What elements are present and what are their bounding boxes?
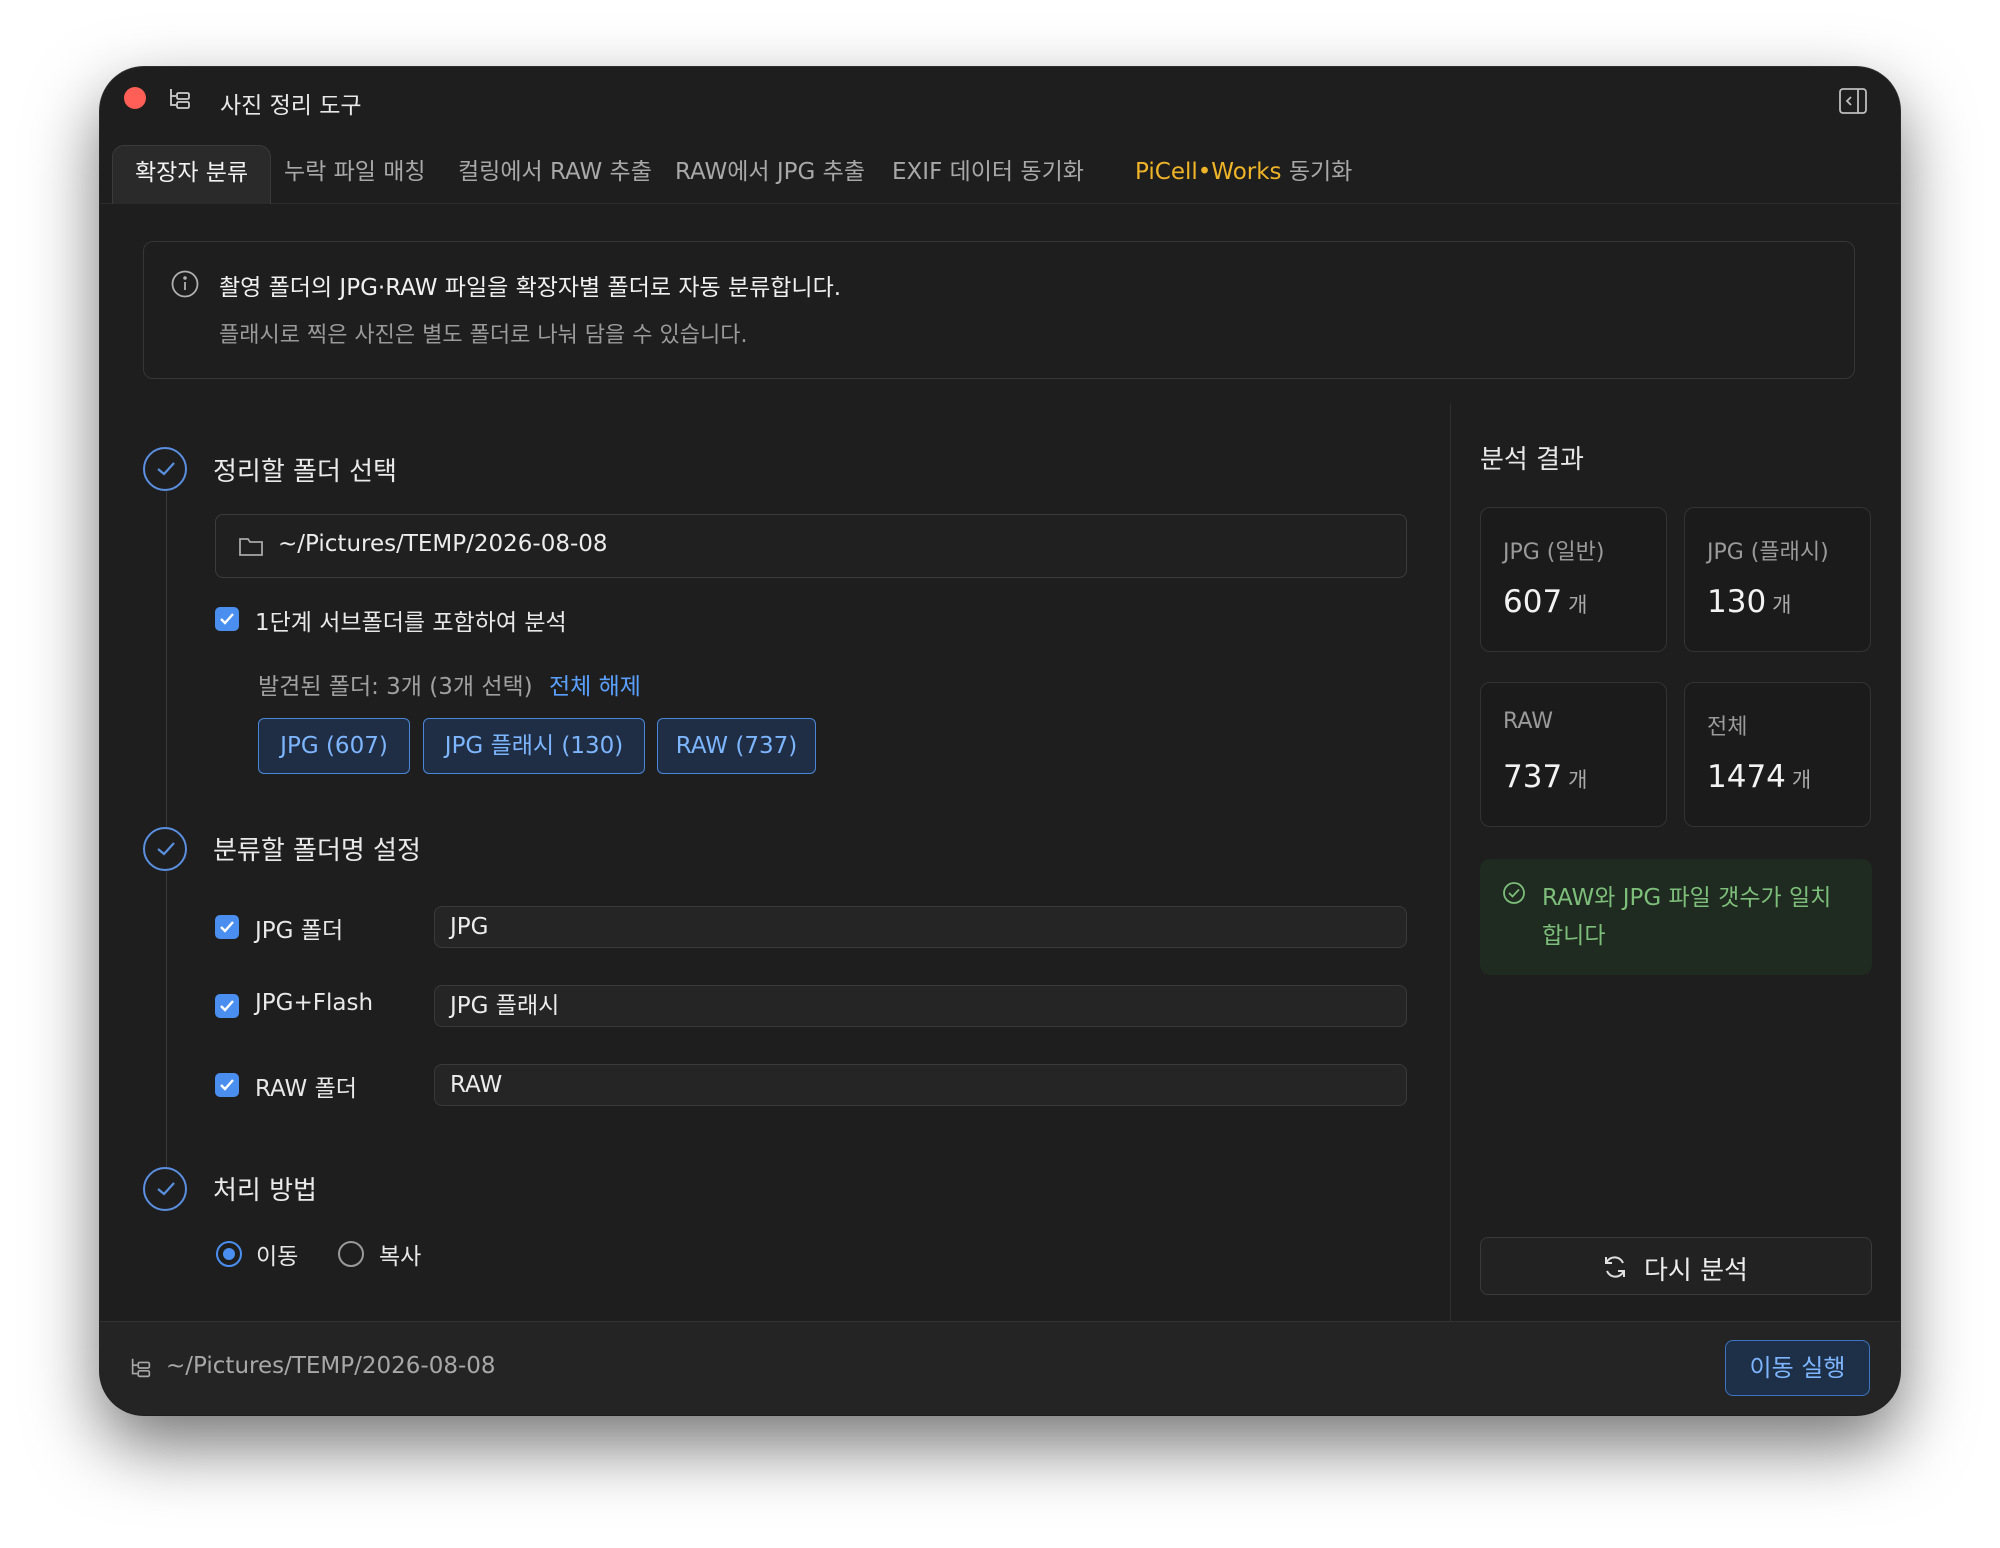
folder-icon bbox=[239, 538, 263, 556]
stat-total: 전체 1474 개 bbox=[1684, 682, 1871, 827]
footer-bar: ~/Pictures/TEMP/2026-08-08 이동 실행 bbox=[100, 1321, 1900, 1415]
tab-extension-sort[interactable]: 확장자 분류 bbox=[112, 145, 272, 204]
stat-value: 737 bbox=[1503, 759, 1563, 795]
stat-value: 1474 bbox=[1707, 759, 1786, 795]
raw-folder-name-input[interactable]: RAW bbox=[434, 1064, 1407, 1106]
match-status-text: RAW와 JPG 파일 갯수가 일치합니다 bbox=[1542, 885, 1832, 949]
app-window: 사진 정리 도구 확장자 분류 누락 파일 매칭 컬링에서 RAW 추출 RAW… bbox=[100, 67, 1900, 1415]
jpg-folder-label: JPG 폴더 bbox=[255, 918, 344, 944]
folder-chip-jpg[interactable]: JPG (607) bbox=[258, 718, 410, 774]
folder-path-field[interactable]: ~/Pictures/TEMP/2026-08-08 bbox=[215, 514, 1407, 578]
stat-unit: 개 bbox=[1772, 593, 1792, 617]
sidebar-toggle-icon[interactable] bbox=[1838, 87, 1868, 115]
move-radio-label: 이동 bbox=[256, 1244, 299, 1270]
step-2-title: 분류할 폴더명 설정 bbox=[213, 836, 421, 866]
folder-chip-raw[interactable]: RAW (737) bbox=[657, 718, 816, 774]
jpg-flash-folder-checkbox[interactable] bbox=[215, 994, 239, 1018]
jpg-folder-checkbox[interactable] bbox=[215, 915, 239, 939]
copy-radio[interactable] bbox=[338, 1241, 364, 1267]
info-icon bbox=[171, 270, 199, 298]
tab-raw-from-culling[interactable]: 컬링에서 RAW 추출 bbox=[436, 145, 674, 203]
move-radio[interactable] bbox=[216, 1241, 242, 1267]
raw-folder-label: RAW 폴더 bbox=[255, 1076, 357, 1102]
stat-label: RAW bbox=[1503, 709, 1553, 734]
step-3-check-icon bbox=[143, 1167, 187, 1211]
stat-raw: RAW 737 개 bbox=[1480, 682, 1667, 827]
stat-label: 전체 bbox=[1707, 715, 1748, 740]
deselect-all-link[interactable]: 전체 해제 bbox=[549, 667, 641, 701]
tab-picellworks-sync[interactable]: PiCell•Works 동기화 bbox=[1113, 145, 1374, 203]
app-title: 사진 정리 도구 bbox=[220, 93, 362, 119]
close-window-button[interactable] bbox=[124, 87, 146, 109]
step-1-check-icon bbox=[143, 447, 187, 491]
stat-jpg-flash: JPG (플래시) 130 개 bbox=[1684, 507, 1871, 652]
jpg-folder-name-input[interactable]: JPG bbox=[434, 906, 1407, 948]
folder-tree-icon bbox=[131, 1358, 151, 1378]
stat-label: JPG (일반) bbox=[1503, 540, 1605, 565]
jpg-flash-folder-label: JPG+Flash bbox=[255, 990, 374, 1016]
step-1-title: 정리할 폴더 선택 bbox=[213, 457, 397, 487]
found-folders-text: 발견된 폴더: 3개 (3개 선택) bbox=[258, 674, 533, 700]
stat-label: JPG (플래시) bbox=[1707, 540, 1829, 565]
raw-folder-checkbox[interactable] bbox=[215, 1073, 239, 1097]
stat-value: 607 bbox=[1503, 584, 1563, 620]
jpg-flash-folder-name-input[interactable]: JPG 플래시 bbox=[434, 985, 1407, 1027]
include-subfolders-label: 1단계 서브폴더를 포함하여 분석 bbox=[255, 610, 567, 636]
info-title: 촬영 폴더의 JPG·RAW 파일을 확장자별 폴더로 자동 분류합니다. bbox=[219, 275, 842, 301]
info-banner: 촬영 폴더의 JPG·RAW 파일을 확장자별 폴더로 자동 분류합니다. 플래… bbox=[143, 241, 1855, 379]
folder-chip-jpg-flash[interactable]: JPG 플래시 (130) bbox=[423, 718, 645, 774]
step-2-check-icon bbox=[143, 827, 187, 871]
tab-bar: 확장자 분류 누락 파일 매칭 컬링에서 RAW 추출 RAW에서 JPG 추출… bbox=[100, 145, 1900, 204]
titlebar: 사진 정리 도구 bbox=[100, 67, 1900, 139]
footer-path: ~/Pictures/TEMP/2026-08-08 bbox=[166, 1353, 496, 1379]
stat-unit: 개 bbox=[1568, 768, 1588, 792]
stat-unit: 개 bbox=[1568, 593, 1588, 617]
check-circle-icon bbox=[1503, 882, 1525, 904]
stat-value: 130 bbox=[1707, 584, 1767, 620]
results-divider bbox=[1450, 403, 1451, 1321]
match-status-box: RAW와 JPG 파일 갯수가 일치합니다 bbox=[1480, 859, 1872, 975]
stat-jpg-normal: JPG (일반) 607 개 bbox=[1480, 507, 1667, 652]
run-move-button[interactable]: 이동 실행 bbox=[1725, 1340, 1870, 1396]
folder-tree-icon bbox=[170, 89, 190, 109]
tab-exif-sync[interactable]: EXIF 데이터 동기화 bbox=[870, 145, 1106, 203]
step-3-title: 처리 방법 bbox=[213, 1176, 317, 1206]
tab-missing-file-match[interactable]: 누락 파일 매칭 bbox=[262, 145, 448, 203]
stat-unit: 개 bbox=[1791, 768, 1812, 792]
reanalyze-label: 다시 분석 bbox=[1644, 1256, 1748, 1286]
copy-radio-label: 복사 bbox=[379, 1244, 422, 1270]
refresh-icon bbox=[1605, 1256, 1625, 1278]
info-subtitle: 플래시로 찍은 사진은 별도 폴더로 나눠 담을 수 있습니다. bbox=[219, 323, 748, 348]
include-subfolders-checkbox[interactable] bbox=[215, 607, 239, 631]
reanalyze-button[interactable]: 다시 분석 bbox=[1480, 1237, 1872, 1295]
results-title: 분석 결과 bbox=[1480, 445, 1584, 475]
tab-jpg-from-raw[interactable]: RAW에서 JPG 추출 bbox=[653, 145, 887, 203]
brand-name: PiCell•Works bbox=[1135, 159, 1282, 185]
folder-path-value: ~/Pictures/TEMP/2026-08-08 bbox=[278, 531, 608, 557]
